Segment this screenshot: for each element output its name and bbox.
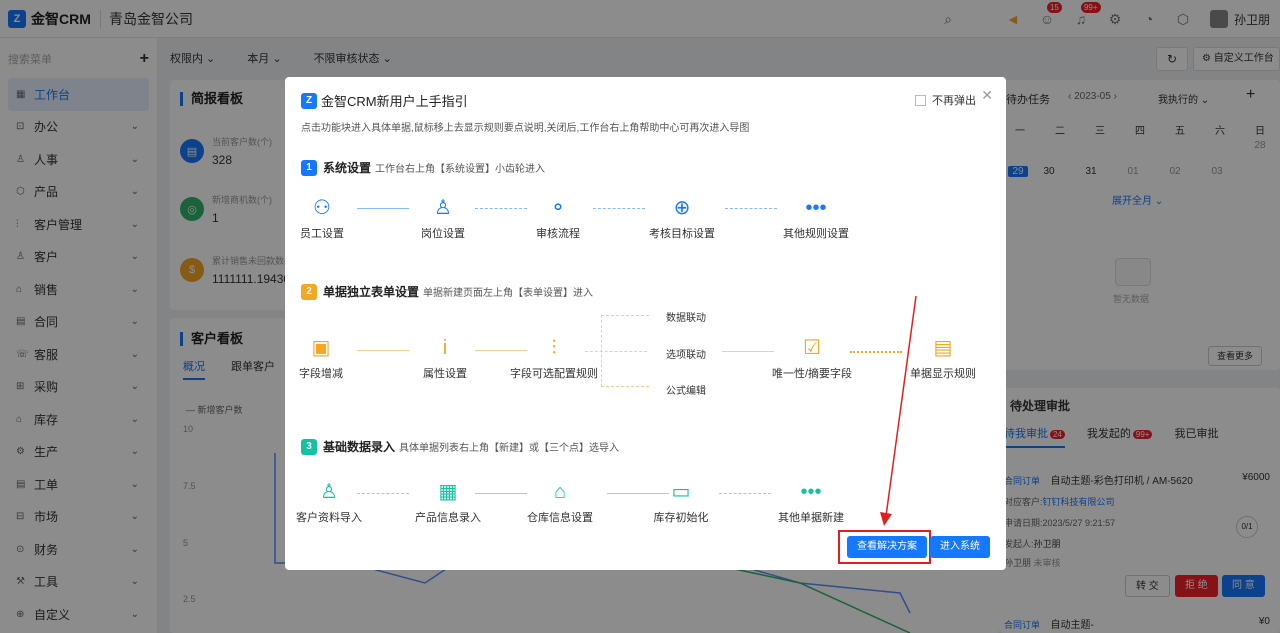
- more-icon: •••: [800, 481, 822, 503]
- branch-option-linkage[interactable]: 选项联动: [666, 346, 706, 361]
- checkbox-box[interactable]: [915, 94, 926, 106]
- no-more-checkbox[interactable]: 不再弹出: [915, 92, 976, 108]
- flow-arrow: [593, 208, 645, 210]
- grid-icon: ▦: [438, 481, 458, 503]
- flow-arrow: [357, 493, 409, 495]
- close-icon[interactable]: ✕: [981, 87, 993, 104]
- checklist-icon: ☑: [803, 337, 821, 359]
- step-number: 3: [301, 438, 317, 455]
- more-icon: •••: [805, 197, 827, 219]
- user-icon: ♙: [320, 481, 338, 503]
- node-position-settings[interactable]: ♙ 岗位设置: [393, 195, 493, 241]
- box-icon: ▭: [671, 481, 691, 503]
- annotation-arrow: [880, 295, 917, 526]
- modal-title: Z 金智CRM新用户上手指引: [301, 91, 468, 110]
- flow-arrow: [585, 351, 647, 353]
- flow-arrow: [607, 493, 669, 495]
- step-number: 2: [301, 283, 317, 300]
- sliders-icon: ⫶: [551, 337, 557, 359]
- node-stock-init[interactable]: ▭ 库存初始化: [631, 479, 731, 525]
- node-product-entry[interactable]: ▦ 产品信息录入: [398, 479, 498, 525]
- modal-description: 点击功能块进入具体单据,鼠标移上去显示规则要点说明,关闭后,工作台右上角帮助中心…: [301, 123, 750, 134]
- flow-arrow: [722, 351, 774, 353]
- node-customer-import[interactable]: ♙ 客户资料导入: [279, 479, 379, 525]
- flow-arrow: [475, 350, 527, 352]
- info-icon: i: [442, 337, 448, 359]
- flow-arrow: [475, 493, 527, 495]
- node-other-rules[interactable]: ••• 其他规则设置: [766, 195, 866, 241]
- field-icon: ▣: [311, 337, 331, 359]
- section-form-settings: 2 单据独立表单设置 单据新建页面左上角【表单设置】进入: [301, 283, 593, 300]
- target-icon: ⊕: [673, 197, 691, 219]
- section-system-settings: 1 系统设置 工作台右上角【系统设置】小齿轮进入: [301, 159, 545, 176]
- node-field-add-remove[interactable]: ▣ 字段增减: [271, 335, 371, 381]
- node-attribute-settings[interactable]: i 属性设置: [395, 335, 495, 381]
- branch-data-linkage[interactable]: 数据联动: [666, 309, 706, 324]
- step-number: 1: [301, 159, 317, 176]
- warehouse-icon: ⌂: [553, 481, 567, 503]
- branch-formula[interactable]: 公式编辑: [666, 382, 706, 397]
- flow-arrow: [725, 208, 777, 210]
- flow-arrow: [357, 350, 409, 352]
- enter-system-button[interactable]: 进入系统: [930, 536, 990, 558]
- section-data-entry: 3 基础数据录入 具体单据列表右上角【新建】或【三个点】选导入: [301, 438, 619, 455]
- node-staff-settings[interactable]: ⚇ 员工设置: [272, 195, 372, 241]
- view-solution-button[interactable]: 查看解决方案: [847, 536, 927, 558]
- flow-arrow: [357, 208, 409, 210]
- node-approval-flow[interactable]: ⚬ 审核流程: [508, 195, 608, 241]
- flow-arrow: [475, 208, 527, 210]
- node-kpi-settings[interactable]: ⊕ 考核目标设置: [632, 195, 732, 241]
- logo-icon: Z: [301, 92, 317, 109]
- node-other-docs[interactable]: ••• 其他单据新建: [761, 479, 861, 525]
- flow-arrow: [719, 493, 771, 495]
- node-warehouse-settings[interactable]: ⌂ 仓库信息设置: [510, 479, 610, 525]
- node-unique-fields[interactable]: ☑ 唯一性/摘要字段: [762, 335, 862, 381]
- node-field-rules[interactable]: ⫶ 字段可选配置规则: [504, 335, 604, 381]
